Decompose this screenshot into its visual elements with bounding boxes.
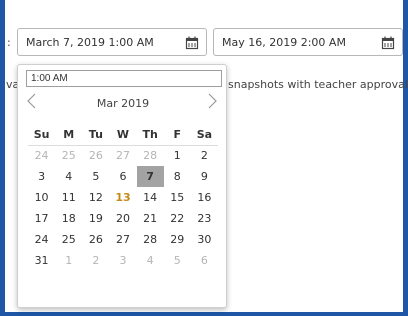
frame-border-left	[0, 0, 5, 316]
calendar-day[interactable]: 3	[28, 166, 55, 187]
weekday-label: Th	[142, 127, 158, 141]
weekday-label: Su	[33, 127, 50, 141]
calendar-day[interactable]: 4	[55, 166, 82, 187]
calendar-day[interactable]: 10	[28, 187, 55, 208]
calendar-day[interactable]: 21	[137, 208, 164, 229]
calendar-grid: Su M Tu W Th F Sa 24 25 26 27 28 1 2 3 4 5 6 7 8 9 10 11 12 13 1…	[28, 123, 218, 271]
calendar-day[interactable]: 15	[164, 187, 191, 208]
calendar-day[interactable]: 6	[109, 166, 136, 187]
month-year-label[interactable]: Mar 2019	[18, 97, 228, 110]
calendar-day[interactable]: 1	[55, 250, 82, 271]
end-date-value[interactable]: May 16, 2019 2:00 AM	[222, 36, 346, 49]
calendar-day[interactable]: 19	[82, 208, 109, 229]
calendar-day[interactable]: 18	[55, 208, 82, 229]
calendar-day[interactable]: 16	[191, 187, 218, 208]
calendar-day[interactable]: 2	[82, 250, 109, 271]
calendar-day[interactable]: 28	[137, 229, 164, 250]
frame-border-bottom	[0, 312, 408, 316]
calendar-day[interactable]: 22	[164, 208, 191, 229]
calendar-day[interactable]: 24	[28, 229, 55, 250]
calendar-icon[interactable]	[185, 35, 199, 54]
calendar-day[interactable]: 5	[82, 166, 109, 187]
calendar-day[interactable]: 23	[191, 208, 218, 229]
calendar-day[interactable]: 31	[28, 250, 55, 271]
calendar-day[interactable]: 3	[109, 250, 136, 271]
calendar-day[interactable]: 27	[109, 229, 136, 250]
calendar-day[interactable]: 11	[55, 187, 82, 208]
calendar-day[interactable]: 24	[28, 145, 55, 166]
calendar-week-row: 10 11 12 13 14 15 16	[28, 187, 218, 208]
calendar-day[interactable]: 29	[164, 229, 191, 250]
calendar-icon[interactable]	[381, 35, 395, 54]
calendar-day[interactable]: 7	[136, 166, 164, 187]
calendar-day[interactable]: 1	[164, 145, 191, 166]
calendar-week-row: 24 25 26 27 28 1 2	[28, 145, 218, 166]
calendar-week-row: 17 18 19 20 21 22 23	[28, 208, 218, 229]
calendar-day[interactable]: 12	[82, 187, 109, 208]
calendar-day[interactable]: 4	[137, 250, 164, 271]
start-date-field[interactable]: March 7, 2019 1:00 AM	[17, 28, 207, 56]
chevron-right-icon[interactable]	[205, 92, 219, 110]
calendar-day[interactable]: 26	[82, 229, 109, 250]
end-date-field[interactable]: May 16, 2019 2:00 AM	[213, 28, 403, 56]
field-label-fragment: :	[7, 36, 11, 49]
weekday-header-row: Su M Tu W Th F Sa	[28, 123, 218, 145]
calendar-day[interactable]: 27	[109, 145, 136, 166]
calendar-day[interactable]: 30	[191, 229, 218, 250]
calendar-day[interactable]: 6	[191, 250, 218, 271]
start-date-value[interactable]: March 7, 2019 1:00 AM	[26, 36, 154, 49]
calendar-day[interactable]: 25	[55, 229, 82, 250]
calendar-day[interactable]: 25	[55, 145, 82, 166]
calendar-day[interactable]: 9	[191, 166, 218, 187]
weekday-label: Sa	[196, 127, 213, 141]
weekday-label: W	[116, 127, 130, 141]
weekday-label: Tu	[88, 127, 103, 141]
frame-border-right	[403, 0, 408, 316]
calendar-day[interactable]: 17	[28, 208, 55, 229]
calendar-day[interactable]: 2	[191, 145, 218, 166]
time-input[interactable]	[26, 70, 222, 87]
calendar-week-row: 31 1 2 3 4 5 6	[28, 250, 218, 271]
calendar-week-row: 3456789	[28, 166, 218, 187]
datepicker-popup: Mar 2019 SuMTuWThFSa 2425262728123456789…	[17, 64, 227, 308]
calendar-day[interactable]: 20	[109, 208, 136, 229]
calendar-week-row: 24 25 26 27 28 29 30	[28, 229, 218, 250]
weekday-label: M	[63, 127, 75, 141]
calendar-day[interactable]: 13	[109, 187, 136, 208]
calendar-day[interactable]: 5	[164, 250, 191, 271]
calendar-day[interactable]: 14	[137, 187, 164, 208]
calendar-day[interactable]: 26	[82, 145, 109, 166]
calendar-day[interactable]: 28	[137, 145, 164, 166]
snapshot-option-label: snapshots with teacher approval	[228, 78, 408, 91]
weekday-label: F	[173, 127, 182, 141]
calendar-day[interactable]: 8	[164, 166, 191, 187]
